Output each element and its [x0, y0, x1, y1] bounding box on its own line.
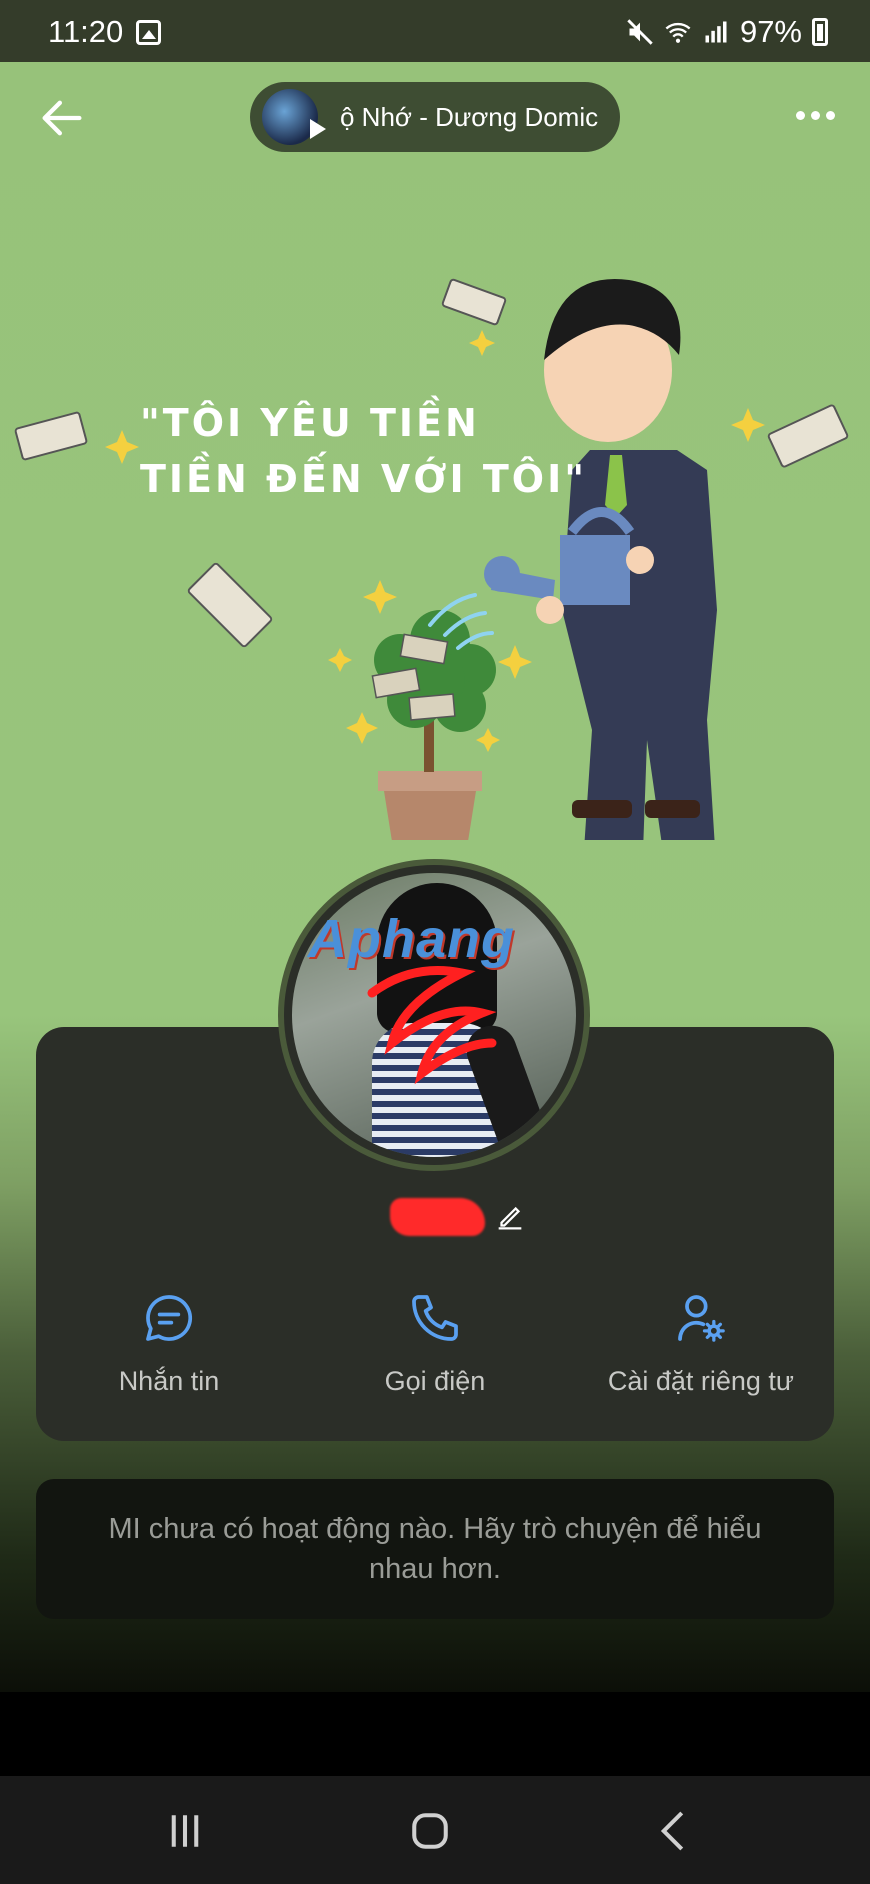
call-button-label: Gọi điện — [384, 1366, 486, 1396]
phone-icon — [412, 1295, 458, 1341]
more-dots-icon[interactable] — [790, 100, 840, 130]
avatar-photo — [292, 873, 576, 1157]
cover-quote-line-1: "TÔI YÊU TIỀN — [140, 401, 480, 445]
signal-icon — [705, 21, 727, 43]
call-button[interactable]: Gọi điện — [302, 1290, 568, 1397]
privacy-settings-icon — [678, 1295, 725, 1342]
system-navigation-bar — [0, 1776, 870, 1884]
status-time: 11:20 — [48, 14, 124, 49]
profile-name-redacted — [390, 1198, 485, 1236]
chat-icon — [146, 1295, 193, 1341]
status-bar: 11:20 97% — [0, 0, 870, 62]
cover-quote-line-2: TIỀN ĐẾN VỚI TÔI" — [140, 457, 588, 501]
message-button-label: Nhắn tin — [118, 1366, 220, 1396]
profile-music-button[interactable]: ộ Nhớ - Dương Domic — [250, 82, 620, 152]
arrow-left-icon[interactable] — [36, 92, 88, 144]
music-cover-art — [262, 89, 326, 145]
pencil-edit-icon[interactable] — [493, 1200, 527, 1234]
privacy-settings-button[interactable]: Cài đặt riêng tư — [568, 1290, 834, 1397]
activity-empty-state: MI chưa có hoạt động nào. Hãy trò chuyện… — [36, 1479, 834, 1619]
message-button[interactable]: Nhắn tin — [36, 1290, 302, 1397]
mute-icon — [627, 19, 653, 45]
battery-icon — [812, 18, 828, 46]
money-tree-illustration — [14, 278, 849, 880]
wifi-icon — [665, 22, 691, 43]
avatar[interactable] — [278, 859, 590, 1171]
recent-apps-icon[interactable] — [155, 1804, 215, 1858]
play-icon — [310, 119, 326, 139]
profile-screen: 11:20 97% ộ Nhớ - Dương Domic "TÔI YÊU T… — [0, 0, 870, 1692]
home-icon[interactable] — [400, 1804, 460, 1858]
cover-illustration[interactable]: "TÔI YÊU TIỀN TIỀN ĐẾN VỚI TÔI" — [0, 240, 870, 880]
back-nav-icon[interactable] — [645, 1804, 705, 1858]
profile-actions: Nhắn tin Gọi điện Cài đặt riêng tư — [36, 1290, 834, 1397]
battery-percent: 97% — [739, 14, 802, 49]
profile-header: ộ Nhớ - Dương Domic — [0, 62, 870, 172]
music-title: ộ Nhớ - Dương Domic — [340, 101, 599, 132]
gallery-icon — [136, 20, 161, 45]
privacy-settings-label: Cài đặt riêng tư — [607, 1366, 794, 1396]
profile-name — [390, 1197, 527, 1237]
activity-empty-message: MI chưa có hoạt động nào. Hãy trò chuyện… — [108, 1513, 762, 1585]
cover-quote: "TÔI YÊU TIỀN TIỀN ĐẾN VỚI TÔI" — [140, 395, 587, 507]
